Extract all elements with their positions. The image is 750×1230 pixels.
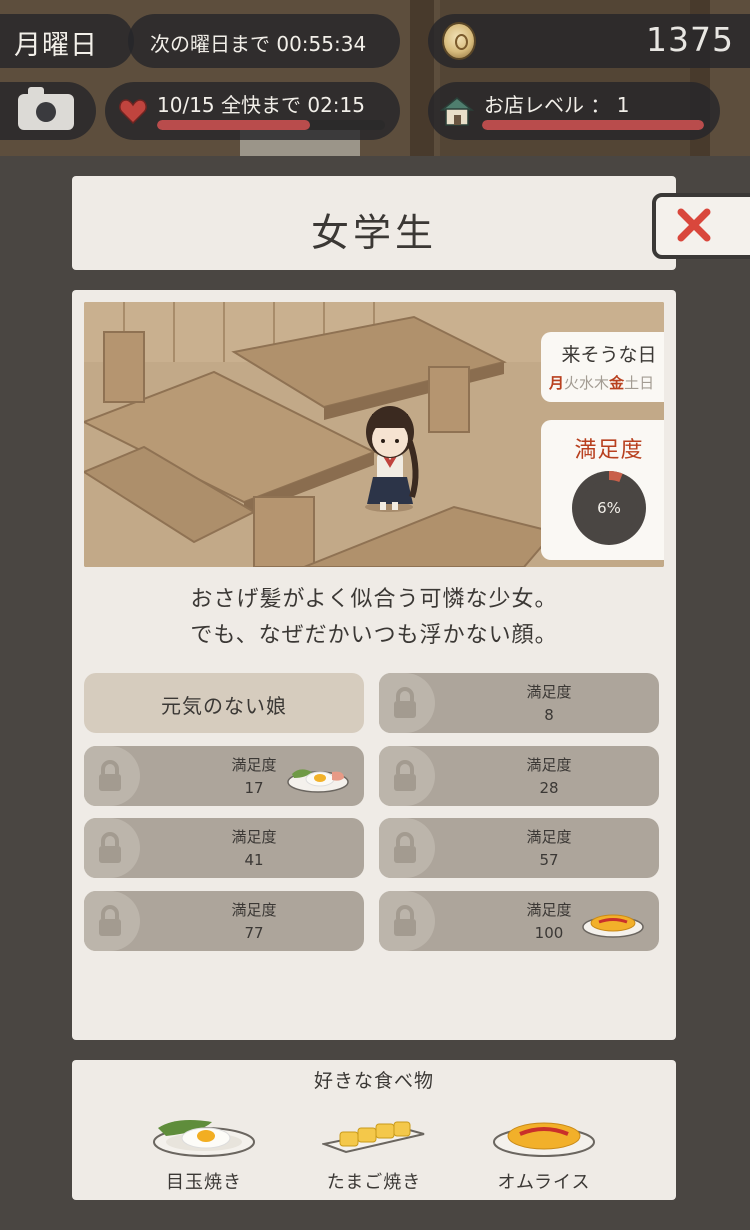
lock-icon <box>99 760 121 791</box>
lock-badge <box>379 673 435 733</box>
favorite-food-1[interactable]: 目玉焼き <box>134 1102 274 1194</box>
visit-days-card: 来そうな日 月火水木金土日 <box>541 332 664 402</box>
camera-button[interactable] <box>0 82 96 140</box>
title-panel: 女学生 <box>72 176 676 270</box>
omurice-icon <box>493 1122 595 1157</box>
shop-icon <box>440 97 474 126</box>
food-name: 目玉焼き <box>166 1172 242 1193</box>
next-day-text: 次の曜日まで 00:55:34 <box>150 32 367 56</box>
favorite-foods-title: 好きな食べ物 <box>313 1070 434 1092</box>
visit-days-row: 月火水木金土日 <box>549 372 654 393</box>
episode-requirement-value: 8 <box>544 706 554 724</box>
heart-progress-fill <box>157 120 310 130</box>
visit-day-0: 月 <box>549 374 565 392</box>
description-line-2: でも、なぜだかいつも浮かない顔。 <box>190 623 558 648</box>
coin-counter: 1375 <box>428 14 750 68</box>
episode-requirement-value: 57 <box>539 851 559 869</box>
tamagoyaki-icon <box>322 1121 425 1154</box>
food-name: たまご焼き <box>326 1172 422 1193</box>
coin-value: 1375 <box>646 20 734 59</box>
lock-badge <box>379 818 435 878</box>
lock-badge <box>84 746 140 806</box>
visit-day-1: 火 <box>564 374 580 392</box>
lock-icon <box>394 760 416 791</box>
satisfaction-card: 満足度 6% <box>541 420 664 560</box>
episode-slot-7[interactable]: 満足度 77 <box>84 891 364 951</box>
visit-days-title: 来そうな日 <box>561 344 657 366</box>
day-indicator: 月曜日 <box>0 14 134 68</box>
episode-requirement-label: 満足度 <box>231 901 277 919</box>
lock-icon <box>394 832 416 863</box>
episode-requirement-value: 28 <box>539 779 559 797</box>
satisfaction-title: 満足度 <box>574 438 644 463</box>
lock-icon <box>99 832 121 863</box>
favorite-food-2[interactable]: たまご焼き <box>304 1102 444 1194</box>
lock-icon <box>99 905 121 936</box>
heart-text: 10/15 全快まで 02:15 <box>157 93 365 117</box>
camera-icon <box>18 87 74 130</box>
omurice-icon <box>582 914 644 938</box>
episode-slot-5[interactable]: 満足度 41 <box>84 818 364 878</box>
episode-slot-6[interactable]: 満足度 57 <box>379 818 659 878</box>
visit-day-3: 木 <box>594 374 610 392</box>
lock-badge <box>84 891 140 951</box>
episode-requirement-label: 満足度 <box>231 828 277 846</box>
top-hud: 月曜日 次の曜日まで 00:55:34 1375 10/15 全快まで 02:1… <box>0 0 750 156</box>
episode-slot-3[interactable]: 満足度 17 <box>84 746 364 806</box>
close-icon <box>677 208 711 242</box>
episode-slot-2[interactable]: 満足度 8 <box>379 673 659 733</box>
shop-level[interactable]: お店レベル ： 1 <box>428 82 720 140</box>
shop-level-text: お店レベル ： 1 <box>484 93 630 117</box>
episode-requirement-label: 満足度 <box>526 828 572 846</box>
favorite-food-3[interactable]: オムライス <box>474 1102 614 1194</box>
heart-stamina: 10/15 全快まで 02:15 <box>105 82 400 140</box>
visit-day-6: 日 <box>639 374 655 392</box>
character-panel: 来そうな日 月火水木金土日 満足度 6% おさげ髪がよく似合う可憐な少女。 でも… <box>72 290 676 1040</box>
description-line-1: おさげ髪がよく似合う可憐な少女。 <box>190 587 558 612</box>
food-name: オムライス <box>497 1172 591 1193</box>
satisfaction-percent: 6% <box>597 499 621 517</box>
lock-badge <box>84 818 140 878</box>
heart-icon <box>119 99 147 124</box>
fried-egg-icon <box>153 1120 255 1157</box>
episode-requirement-label: 満足度 <box>526 756 572 774</box>
fried-egg-icon <box>287 769 349 793</box>
heart-progress-bar <box>157 120 385 130</box>
lock-badge <box>379 746 435 806</box>
character-scene: 来そうな日 月火水木金土日 満足度 6% <box>84 302 664 567</box>
next-day-timer: 次の曜日まで 00:55:34 <box>128 14 400 68</box>
episode-slot-4[interactable]: 満足度 28 <box>379 746 659 806</box>
episode-requirement-label: 満足度 <box>526 683 572 701</box>
visit-day-5: 土 <box>624 374 640 392</box>
lock-icon <box>394 687 416 718</box>
episode-requirement-value: 41 <box>244 851 264 869</box>
episode-requirement-value: 77 <box>244 924 264 942</box>
episode-name: 元気のない娘 <box>161 694 287 718</box>
episode-slot-8[interactable]: 満足度 100 <box>379 891 659 951</box>
lock-icon <box>394 905 416 936</box>
coin-icon <box>442 22 476 60</box>
visit-day-4: 金 <box>609 374 625 392</box>
character-description: おさげ髪がよく似合う可憐な少女。 でも、なぜだかいつも浮かない顔。 <box>72 582 676 654</box>
favorite-foods-panel: 好きな食べ物 目玉焼き たまご焼き オムライス <box>72 1060 676 1200</box>
character-name: 女学生 <box>310 211 437 255</box>
shop-progress-bar <box>482 120 704 130</box>
day-label: 月曜日 <box>14 30 98 61</box>
shop-progress-fill <box>482 120 704 130</box>
lock-badge <box>379 891 435 951</box>
visit-day-2: 水 <box>579 374 595 392</box>
close-button[interactable] <box>652 193 750 259</box>
episode-slot-1[interactable]: 元気のない娘 <box>84 673 364 733</box>
